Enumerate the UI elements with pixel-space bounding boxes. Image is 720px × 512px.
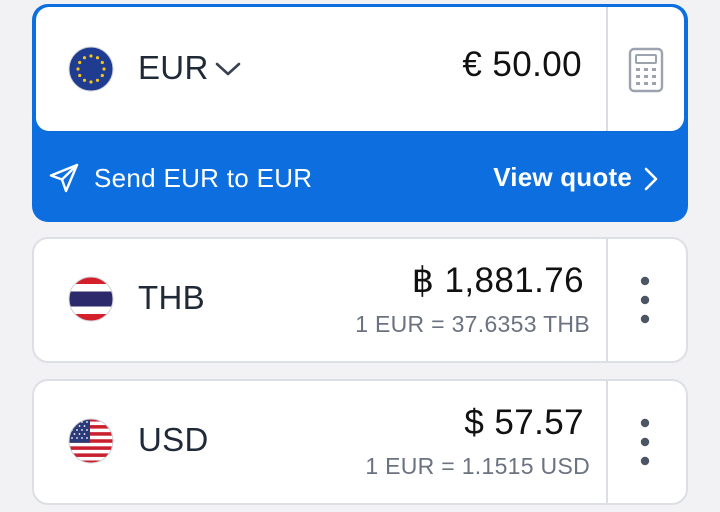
chevron-down-icon[interactable]: [214, 59, 242, 79]
source-currency-selector[interactable]: EUR: [138, 49, 209, 87]
source-currency-card: EUR € 50.00 Send EUR to EUR View quote: [32, 4, 688, 222]
currency-card-thb[interactable]: THB ฿ 1,881.76 1 EUR = 37.6353 THB: [32, 237, 688, 363]
view-quote-button[interactable]: View quote: [493, 162, 632, 193]
more-vertical-icon[interactable]: [638, 416, 652, 468]
currency-code: THB: [138, 279, 205, 316]
send-quote-row[interactable]: Send EUR to EUR View quote: [32, 131, 688, 222]
currency-code: USD: [138, 421, 209, 458]
converted-amount: $ 57.57: [464, 403, 584, 442]
eu-flag-icon: [68, 46, 114, 92]
chevron-right-icon[interactable]: [642, 166, 660, 192]
send-description: Send EUR to EUR: [94, 163, 313, 193]
paper-plane-icon: [49, 163, 79, 193]
usa-flag-icon: [68, 418, 114, 464]
source-amount-panel: EUR € 50.00: [36, 7, 684, 131]
converted-amount: ฿ 1,881.76: [411, 261, 584, 300]
divider: [606, 7, 608, 131]
calculator-icon[interactable]: [628, 47, 664, 93]
divider: [606, 381, 608, 503]
divider: [606, 239, 608, 361]
exchange-rate: 1 EUR = 1.1515 USD: [365, 453, 590, 479]
more-vertical-icon[interactable]: [638, 274, 652, 326]
source-amount-input[interactable]: € 50.00: [462, 45, 582, 85]
exchange-rate: 1 EUR = 37.6353 THB: [355, 311, 590, 337]
currency-card-usd[interactable]: USD $ 57.57 1 EUR = 1.1515 USD: [32, 379, 688, 505]
thailand-flag-icon: [68, 276, 114, 322]
